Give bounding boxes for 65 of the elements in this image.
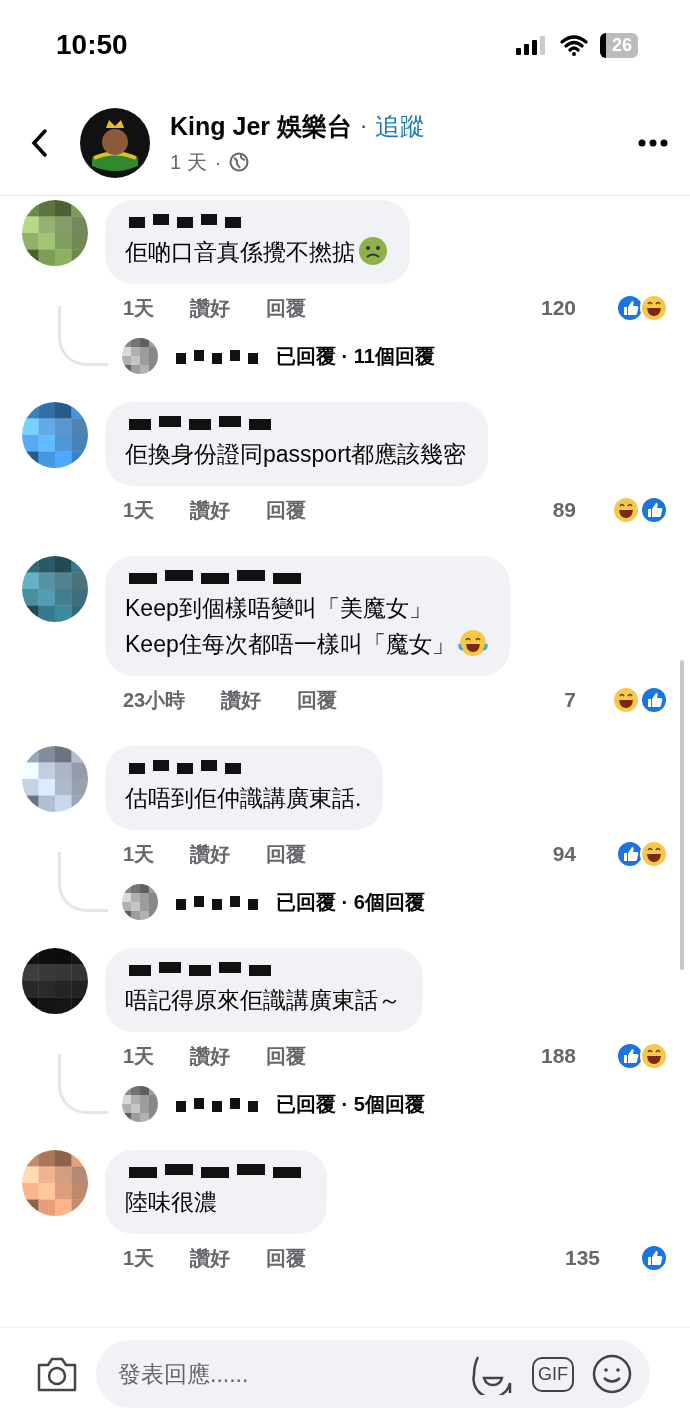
like-link[interactable]: 讚好 xyxy=(190,1244,231,1272)
reply-link[interactable]: 回覆 xyxy=(266,294,307,322)
replies-link[interactable]: 已回覆 · 6個回覆 xyxy=(276,888,425,916)
comment-text: 唔記得原來佢識講廣東話～ xyxy=(125,986,401,1015)
separator: · xyxy=(360,113,368,139)
like-reaction-icon xyxy=(640,1244,668,1272)
follow-link[interactable]: 追蹤 xyxy=(375,109,426,143)
like-link[interactable]: 讚好 xyxy=(221,686,262,714)
thread-line xyxy=(58,306,108,366)
comment-field[interactable]: 發表回應...... GIF xyxy=(96,1340,650,1408)
camera-icon[interactable] xyxy=(36,1355,78,1393)
laughing-reaction-icon xyxy=(640,1042,668,1070)
comment-text: 陸味很濃 xyxy=(125,1188,218,1217)
comment-time: 1天 xyxy=(123,1043,155,1069)
reply-link[interactable]: 回覆 xyxy=(266,1042,307,1070)
battery-level: 26 xyxy=(599,32,638,58)
like-link[interactable]: 讚好 xyxy=(190,294,231,322)
reply-link[interactable]: 回覆 xyxy=(266,496,307,524)
wifi-icon xyxy=(559,34,588,56)
comment-time: 1天 xyxy=(123,295,155,321)
like-reaction-icon xyxy=(616,294,644,322)
reply-link[interactable]: 回覆 xyxy=(266,840,307,868)
like-link[interactable]: 讚好 xyxy=(190,496,231,524)
reaction-count: 135 xyxy=(564,1246,600,1270)
back-icon[interactable] xyxy=(30,127,48,158)
thread-line xyxy=(58,1054,108,1114)
signal-icon xyxy=(515,35,548,55)
reaction-count: 7 xyxy=(564,688,576,712)
page-name[interactable]: King Jer 娛樂台 xyxy=(170,109,352,143)
emoji-icon[interactable] xyxy=(592,1354,632,1394)
reply-link[interactable]: 回覆 xyxy=(297,686,338,714)
comment-text: 估唔到佢仲識講廣東話. xyxy=(125,784,362,813)
reaction-count: 89 xyxy=(552,498,576,522)
comment-text: Keep到個樣唔變叫「美魔女」 Keep住每次都唔一樣叫「魔女」 xyxy=(125,590,488,662)
like-reaction-icon xyxy=(640,496,668,524)
globe-icon xyxy=(229,152,250,172)
comment-text: 佢啲口音真係攪不撚掂 xyxy=(125,234,388,270)
comment-time: 23小時 xyxy=(123,687,186,713)
reaction-count: 94 xyxy=(552,842,576,866)
like-link[interactable]: 讚好 xyxy=(190,840,231,868)
post-time: 1 天 xyxy=(170,149,207,175)
reaction-count: 120 xyxy=(540,296,576,320)
thread-line xyxy=(58,852,108,912)
comment-time: 1天 xyxy=(123,497,155,523)
gif-button[interactable]: GIF xyxy=(532,1356,574,1392)
reaction-count: 188 xyxy=(540,1044,576,1068)
like-reaction-icon xyxy=(640,686,668,714)
tears-of-joy-emoji-icon xyxy=(457,628,488,658)
laughing-reaction-icon xyxy=(640,294,668,322)
status-time: 10:50 xyxy=(56,29,128,61)
laughing-reaction-icon xyxy=(640,840,668,868)
laughing-reaction-icon xyxy=(612,686,640,714)
separator: · xyxy=(214,150,222,174)
replies-link[interactable]: 已回覆 · 11個回覆 xyxy=(276,342,435,370)
comment-time: 1天 xyxy=(123,1245,155,1271)
like-reaction-icon xyxy=(616,840,644,868)
replies-link[interactable]: 已回覆 · 5個回覆 xyxy=(276,1090,425,1118)
like-reaction-icon xyxy=(616,1042,644,1070)
comment-time: 1天 xyxy=(123,841,155,867)
comment-text: 佢換身份證同passport都應該幾密 xyxy=(125,440,467,469)
reply-link[interactable]: 回覆 xyxy=(266,1244,307,1272)
nauseated-emoji-icon xyxy=(358,236,388,266)
laughing-reaction-icon xyxy=(612,496,640,524)
more-icon[interactable] xyxy=(638,138,668,147)
like-link[interactable]: 讚好 xyxy=(190,1042,231,1070)
